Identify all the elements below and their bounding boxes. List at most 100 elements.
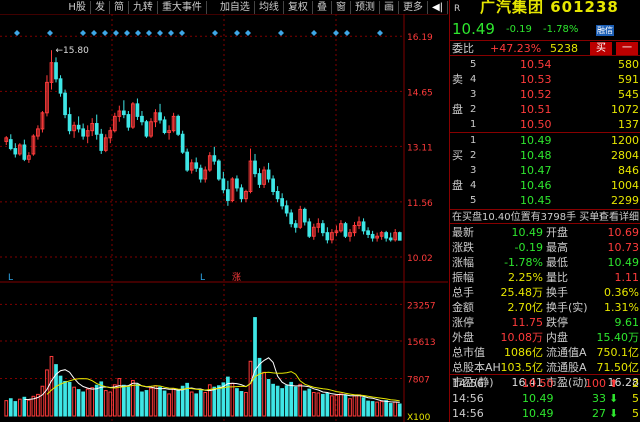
volume-bar-down xyxy=(194,393,199,417)
candle-down xyxy=(388,237,393,241)
ask-row[interactable]: 1 10.50 137 xyxy=(450,117,640,132)
price-change-pct: -1.78% xyxy=(543,24,579,35)
bid-row[interactable]: 买 2 10.48 2804 xyxy=(450,148,640,163)
toolbar-collapse-icon[interactable]: ◀| xyxy=(428,0,448,14)
info-marker-icon xyxy=(124,30,130,36)
ratio-pct: +47.23% xyxy=(490,42,542,55)
stat-row: 总股本AH 103.5亿 流通股A 71.50亿 xyxy=(450,360,640,375)
toolbar-ma-button[interactable]: 均线 xyxy=(255,0,284,14)
stat-label-2: 换手 xyxy=(546,286,568,299)
kline-svg[interactable]: 16.19 14.65 13.11 11.56 10.02 23257 15613 7807 X… xyxy=(0,14,448,422)
bid-price: 10.46 xyxy=(520,179,552,192)
sell-button[interactable]: 一 xyxy=(616,42,638,55)
buy-button[interactable]: 买 xyxy=(590,42,612,55)
info-marker-icon xyxy=(47,30,53,36)
stat-row: 外盘 10.08万 内盘 15.40万 xyxy=(450,330,640,345)
volume-bar-up xyxy=(149,387,153,417)
toolbar-more-button[interactable]: 更多 xyxy=(399,0,428,14)
ask-row[interactable]: 卖 4 10.53 591 xyxy=(450,72,640,87)
info-marker-icon xyxy=(311,30,317,36)
info-marker-icon xyxy=(102,30,108,36)
bid-side-label: 盘 xyxy=(452,179,463,192)
tick-price: 10.49 xyxy=(522,407,554,420)
toolbar-issue-button[interactable]: 发 xyxy=(91,0,110,14)
candle-down xyxy=(235,178,239,189)
volume-bar-up xyxy=(348,398,352,417)
bid-price: 10.48 xyxy=(520,149,552,162)
bid-price: 10.45 xyxy=(520,194,552,207)
info-marker-icon xyxy=(212,30,218,36)
candle-down xyxy=(266,169,271,180)
volume-bar-down xyxy=(94,384,99,417)
candle-down xyxy=(121,110,126,116)
toolbar-adjust-button[interactable]: 复权 xyxy=(284,0,313,14)
toolbar-brief-button[interactable]: 简 xyxy=(110,0,129,14)
toolbar-draw-button[interactable]: 画 xyxy=(380,0,399,14)
info-marker-icon xyxy=(146,30,152,36)
volume-bar-down xyxy=(81,391,86,417)
ask-side-label: 卖 xyxy=(452,73,463,86)
bid-row[interactable]: 1 10.49 1200 xyxy=(450,133,640,148)
volume-bar-up xyxy=(203,391,208,417)
volume-bar-down xyxy=(158,386,162,417)
bid-row[interactable]: 盘 4 10.46 1004 xyxy=(450,178,640,193)
volume-bar-down xyxy=(320,393,325,417)
volume-bar-down xyxy=(271,383,275,417)
stat-row: 最新 10.49 开盘 10.69 xyxy=(450,225,640,240)
volume-bar-down xyxy=(361,397,366,417)
toolbar-events-button[interactable]: 重大事件 xyxy=(158,0,207,14)
volume-bar-up xyxy=(27,399,31,417)
stat-label-2: 换手(实) xyxy=(546,301,588,314)
stat-value-2: 71.50亿 xyxy=(596,361,640,374)
candle-down xyxy=(221,178,226,191)
candle-down xyxy=(94,123,99,135)
ask-level: 1 xyxy=(470,119,477,130)
stat-value: 25.48万 xyxy=(500,286,544,299)
volume-bar-down xyxy=(275,385,280,417)
toolbar-nine-turn-button[interactable]: 九转 xyxy=(129,0,158,14)
big-order-notice: 在买盘10.40位置有3798手 买单! 查看详细 xyxy=(450,209,640,224)
stat-row: 涨跌 -0.19 最高 10.73 xyxy=(450,240,640,255)
toolbar-add-watchlist-button[interactable]: 加自选 xyxy=(216,0,255,14)
candle-down xyxy=(280,198,285,207)
candle-down xyxy=(289,212,294,225)
volume-bar-down xyxy=(198,389,203,417)
ask-row[interactable]: 3 10.52 545 xyxy=(450,87,640,102)
toolbar-overlay-button[interactable]: 叠 xyxy=(313,0,332,14)
stat-label: 总股本AH xyxy=(452,361,501,374)
info-marker-icon xyxy=(377,30,383,36)
stat-value-2: 9.61 xyxy=(614,316,640,329)
tick-price: 10.50 xyxy=(522,377,554,390)
toolbar-forecast-button[interactable]: 预测 xyxy=(351,0,380,14)
candle-down xyxy=(162,119,167,133)
stat-row: 涨停 11.75 跌停 9.61 xyxy=(450,315,640,330)
view-detail-link[interactable]: 查看详细 xyxy=(599,210,639,225)
volume-bar-down xyxy=(180,385,185,417)
kline-chart[interactable]: 16.19 14.65 13.11 11.56 10.02 23257 15613 7807 X… xyxy=(0,14,448,422)
candle-down xyxy=(325,232,330,241)
toolbar-hshare-button[interactable]: H股 xyxy=(64,0,91,14)
price-tick-label: 13.11 xyxy=(407,143,433,153)
candle-down xyxy=(293,223,298,228)
volume-unit-label: X100 xyxy=(407,413,431,422)
toolbar-window-button[interactable]: 窗 xyxy=(332,0,351,14)
bid-row[interactable]: 5 10.45 2299 xyxy=(450,193,640,208)
stat-label: 最新 xyxy=(452,226,474,239)
candle-down xyxy=(212,155,217,162)
price-tick-label: 16.19 xyxy=(407,33,433,43)
stat-label-2: 最低 xyxy=(546,256,568,269)
ask-row[interactable]: 5 10.54 580 xyxy=(450,57,640,72)
ask-price: 10.54 xyxy=(520,58,552,71)
volume-bar-up xyxy=(40,385,45,417)
stat-row: 涨幅 -1.78% 最低 10.49 xyxy=(450,255,640,270)
ask-row[interactable]: 盘 2 10.51 1072 xyxy=(450,102,640,117)
candle-down xyxy=(253,160,257,175)
bid-row[interactable]: 3 10.47 846 xyxy=(450,163,640,178)
volume-bar-up xyxy=(49,355,54,417)
candle-down xyxy=(76,124,81,130)
volume-bar-up xyxy=(85,388,90,417)
volume-bar-down xyxy=(325,392,330,417)
stat-label: 涨幅 xyxy=(452,256,474,269)
volume-bar-down xyxy=(67,381,72,417)
volume-bar-up xyxy=(108,391,113,417)
